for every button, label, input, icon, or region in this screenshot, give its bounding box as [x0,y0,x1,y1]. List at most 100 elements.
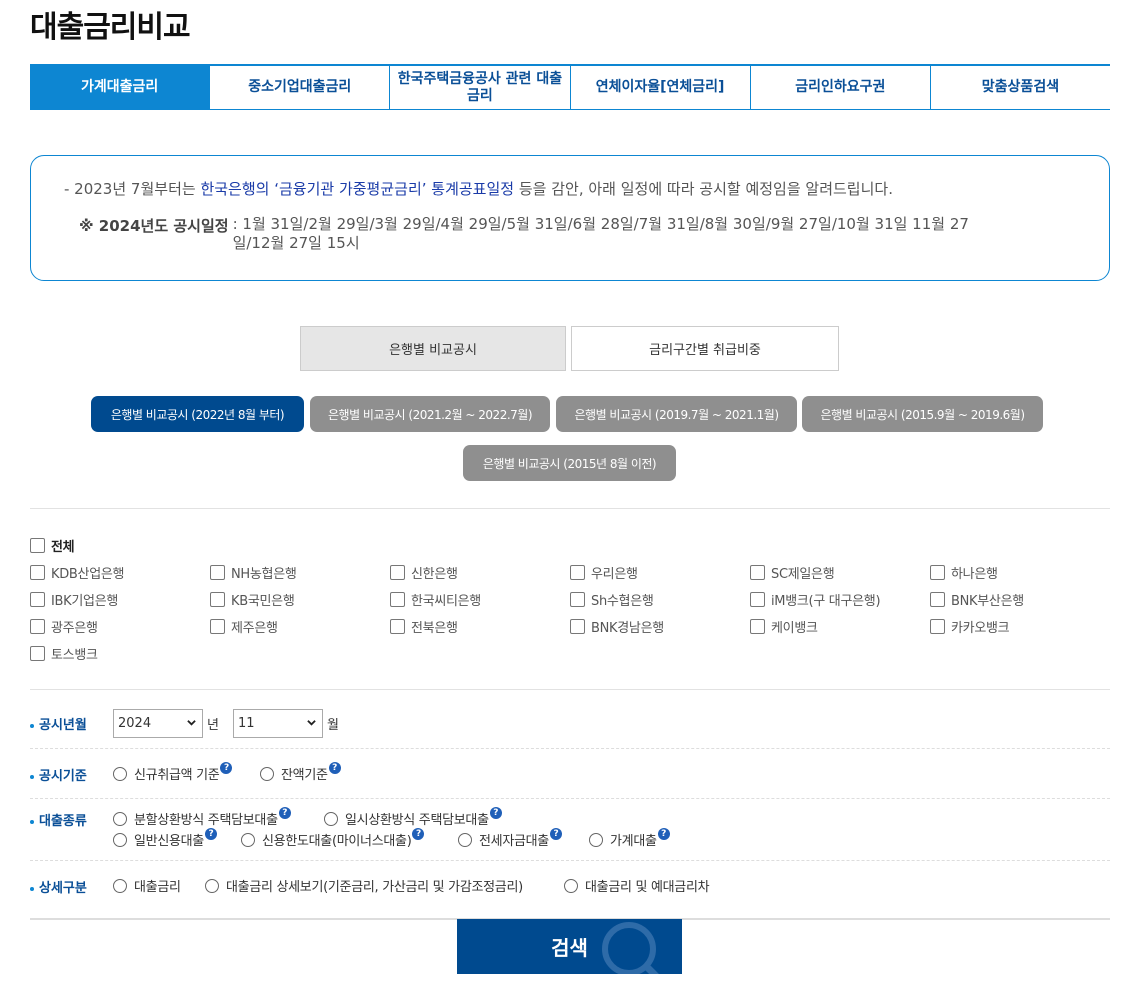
radio-household-loan[interactable]: 가계대출? [589,827,670,849]
bank-checkbox[interactable]: 전북은행 [390,617,458,636]
checkbox[interactable] [570,565,585,580]
bank-checkbox[interactable]: 토스뱅크 [30,644,98,663]
checkbox[interactable] [30,646,45,661]
radio-circle[interactable] [113,878,127,893]
bank-checkbox[interactable]: 케이뱅크 [750,617,818,636]
radio-installment-mortgage[interactable]: 분할상환방식 주택담보대출? [113,806,291,828]
radio-circle[interactable] [113,766,127,781]
bank-checkbox[interactable]: KB국민은행 [210,590,295,609]
radio-circle[interactable] [564,878,578,893]
bank-checkbox[interactable]: NH농협은행 [210,563,297,582]
row-label-text: 상세구분 [39,881,87,896]
bank-checkbox[interactable]: 한국씨티은행 [390,590,481,609]
tab-overdue-rate[interactable]: 연체이자율[연체금리] [571,66,751,109]
year-month-label: 공시년월 [30,714,87,733]
checkbox[interactable] [570,619,585,634]
checkbox[interactable] [390,592,405,607]
tab-sme-loan-rate[interactable]: 중소기업대출금리 [210,66,391,109]
bank-checkbox[interactable]: 신한은행 [390,563,458,582]
bank-checkbox-all[interactable]: 전체 [30,536,75,555]
checkbox[interactable] [390,565,405,580]
radio-new-amount-basis[interactable]: 신규취급액 기준? [113,761,233,783]
help-icon[interactable]: ? [204,827,217,840]
toggle-rate-range[interactable]: 금리구간별 취급비중 [571,326,839,371]
period-2019-07[interactable]: 은행별 비교공시 (2019.7월 ~ 2021.1월) [556,396,797,432]
checkbox[interactable] [30,619,45,634]
tab-hf-loan-rate[interactable]: 한국주택금융공사 관련 대출금리 [390,66,571,109]
radio-circle[interactable] [113,832,127,847]
radio-label: 잔액기준 [281,768,328,783]
period-before-2015-08[interactable]: 은행별 비교공시 (2015년 8월 이전) [463,445,676,481]
checkbox-label: 신한은행 [411,567,458,582]
checkbox[interactable] [210,619,225,634]
radio-circle[interactable] [458,832,472,847]
radio-loan-deposit-spread[interactable]: 대출금리 및 예대금리차 [564,876,710,895]
checkbox[interactable] [570,592,585,607]
checkbox[interactable] [30,565,45,580]
month-select[interactable]: 11 [233,709,323,738]
bank-checkbox[interactable]: 광주은행 [30,617,98,636]
period-2022-08[interactable]: 은행별 비교공시 (2022년 8월 부터) [91,396,304,432]
bank-checkbox[interactable]: BNK부산은행 [930,590,1024,609]
help-icon[interactable]: ? [657,827,670,840]
bullet-icon [30,723,34,728]
radio-circle[interactable] [113,811,127,826]
checkbox[interactable] [930,565,945,580]
bullet-icon [30,774,34,779]
checkbox[interactable] [750,565,765,580]
category-tabs: 가계대출금리 중소기업대출금리 한국주택금융공사 관련 대출금리 연체이자율[연… [30,64,1110,110]
radio-circle[interactable] [205,878,219,893]
bank-checkbox[interactable]: IBK기업은행 [30,590,118,609]
search-button[interactable]: 검색 [457,919,682,974]
period-2015-09[interactable]: 은행별 비교공시 (2015.9월 ~ 2019.6월) [802,396,1043,432]
checkbox-label: 광주은행 [51,621,98,636]
bank-checkbox[interactable]: 하나은행 [930,563,998,582]
schedule-label: ※ 2024년도 공시일정 [79,217,229,235]
checkbox[interactable] [750,619,765,634]
help-icon[interactable]: ? [549,827,562,840]
bank-checkbox[interactable]: 제주은행 [210,617,278,636]
tab-custom-product-search[interactable]: 맞춤상품검색 [931,66,1110,109]
radio-circle[interactable] [324,811,338,826]
bank-checkbox[interactable]: 우리은행 [570,563,638,582]
radio-loan-rate[interactable]: 대출금리 [113,876,181,895]
bank-checkbox[interactable]: BNK경남은행 [570,617,664,636]
radio-circle[interactable] [260,766,274,781]
help-icon[interactable]: ? [412,827,425,840]
bank-checkbox[interactable]: 카카오뱅크 [930,617,1010,636]
checkbox[interactable] [390,619,405,634]
radio-bullet-mortgage[interactable]: 일시상환방식 주택담보대출? [324,806,502,828]
radio-balance-basis[interactable]: 잔액기준? [260,761,341,783]
radio-label: 분할상환방식 주택담보대출 [134,813,278,828]
bank-checkbox[interactable]: KDB산업은행 [30,563,125,582]
radio-circle[interactable] [589,832,603,847]
checkbox[interactable] [210,592,225,607]
radio-credit-line[interactable]: 신용한도대출(마이너스대출)? [241,827,425,849]
row-label-text: 공시기준 [39,769,87,784]
checkbox[interactable] [930,619,945,634]
tab-rate-cut-right[interactable]: 금리인하요구권 [751,66,931,109]
year-select[interactable]: 2024 [113,709,203,738]
help-icon[interactable]: ? [489,806,502,819]
period-2021-02[interactable]: 은행별 비교공시 (2021.2월 ~ 2022.7월) [310,396,550,432]
bank-checkbox[interactable]: Sh수협은행 [570,590,654,609]
checkbox[interactable] [750,592,765,607]
checkbox[interactable] [210,565,225,580]
radio-jeonse-loan[interactable]: 전세자금대출? [458,827,562,849]
checkbox[interactable] [30,592,45,607]
radio-general-credit[interactable]: 일반신용대출? [113,827,217,849]
help-icon[interactable]: ? [220,761,233,774]
toggle-bank-comparison[interactable]: 은행별 비교공시 [300,326,566,371]
bank-checkbox[interactable]: SC제일은행 [750,563,835,582]
help-icon[interactable]: ? [328,761,341,774]
checkbox[interactable] [30,538,45,553]
radio-label: 일시상환방식 주택담보대출 [345,813,489,828]
checkbox-label: NH농협은행 [231,567,297,582]
help-icon[interactable]: ? [278,806,291,819]
checkbox[interactable] [930,592,945,607]
tab-household-loan-rate[interactable]: 가계대출금리 [30,66,211,109]
radio-loan-rate-detail[interactable]: 대출금리 상세보기(기준금리, 가산금리 및 가감조정금리) [205,876,523,895]
checkbox-label: 토스뱅크 [51,648,98,663]
bank-checkbox[interactable]: iM뱅크(구 대구은행) [750,590,881,609]
radio-circle[interactable] [241,832,255,847]
